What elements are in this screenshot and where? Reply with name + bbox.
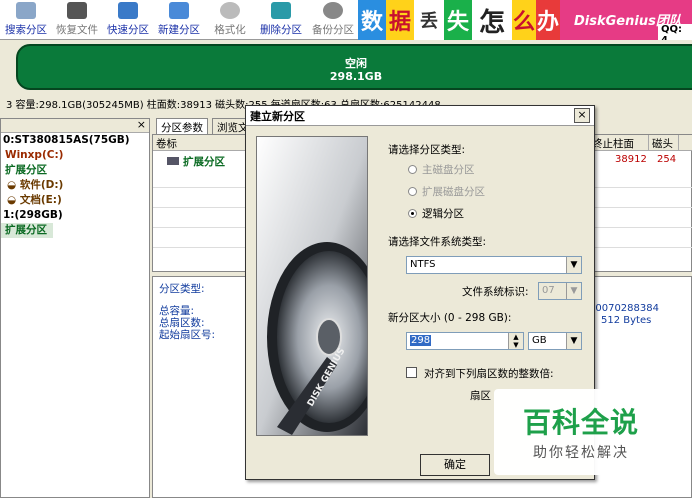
free-space-bar[interactable]: 空闲 298.1GB [16, 44, 692, 90]
format-icon [220, 2, 240, 19]
tree-item-disk1[interactable]: 1:(298GB) [1, 208, 149, 223]
col-head[interactable]: 磁头 [649, 135, 679, 151]
chevron-down-icon: ▼ [566, 257, 581, 273]
tree-item-label: Winxp(C:) [5, 149, 64, 161]
fs-id-value: 07 [542, 285, 555, 296]
dialog-title: 建立新分区 [246, 106, 594, 126]
tree-item-label: 1:(298GB) [3, 209, 63, 221]
radio-extended[interactable] [408, 187, 417, 196]
fs-id-label: 文件系统标识: [462, 286, 529, 298]
fs-id-select[interactable]: 07 ▼ [538, 282, 582, 300]
fs-type-prompt: 请选择文件系统类型: [388, 236, 487, 248]
quick-partition-icon [118, 2, 138, 19]
tab-partition-params[interactable]: 分区参数 [156, 118, 208, 134]
watermark-logo: 百科全说 助你轻松解决 [494, 389, 668, 475]
radio-primary[interactable] [408, 165, 417, 174]
tree-item-winxp[interactable]: Winxp(C:) [1, 148, 149, 163]
toolbar-label: 删除分区 [260, 24, 302, 36]
tree-item-extended-selected[interactable]: 扩展分区 [1, 223, 53, 238]
col-more[interactable] [679, 135, 692, 151]
tree-header: × [1, 118, 149, 133]
new-partition-icon [169, 2, 189, 19]
banner-tile: 么 [512, 0, 536, 40]
row-name: 扩展分区 [183, 156, 225, 168]
watermark-title: 百科全说 [522, 406, 639, 439]
banner-tile: 办 [536, 0, 560, 40]
close-icon[interactable]: × [137, 118, 146, 131]
watermark-subtitle: 助你轻松解决 [533, 445, 629, 461]
toolbar-label: 搜索分区 [5, 24, 47, 36]
size-input[interactable]: 298 ▲ ▼ [406, 332, 524, 350]
search-partition-button[interactable]: 搜索分区 [2, 0, 50, 40]
free-space-label: 空闲 [345, 57, 367, 70]
banner-tile: 丢 [414, 0, 444, 40]
disk-tree: × 0:ST380815AS(75GB) Winxp(C:) 扩展分区 ◒ 软件… [0, 118, 150, 498]
quick-partition-button[interactable]: 快速分区 [104, 0, 152, 40]
row-end-cylinder: 38912 [615, 154, 647, 165]
partition-type-label: 分区类型: [159, 283, 205, 295]
restore-file-icon [67, 2, 87, 19]
drive-icon: ◒ [7, 194, 20, 206]
fs-type-value: NTFS [410, 259, 436, 270]
row-head: 254 [657, 154, 677, 165]
partition-type-prompt: 请选择分区类型: [388, 144, 466, 156]
align-checkbox[interactable] [406, 367, 417, 378]
search-partition-icon [16, 2, 36, 19]
disk-map: 空闲 298.1GB [0, 40, 692, 96]
radio-extended-label: 扩展磁盘分区 [422, 186, 485, 198]
table-row[interactable]: 扩展分区 [167, 154, 225, 169]
detail-value: 512 Bytes [601, 315, 652, 326]
toolbar-label: 快速分区 [107, 24, 149, 36]
delete-partition-icon [271, 2, 291, 19]
radio-logical[interactable] [408, 209, 417, 218]
tree-item-label: 扩展分区 [5, 224, 47, 236]
tree-item-label: 文档(E:) [19, 194, 62, 206]
fs-type-select[interactable]: NTFS ▼ [406, 256, 582, 274]
banner-tile: 失 [444, 0, 472, 40]
drive-icon: ◒ [7, 179, 20, 191]
size-value: 298 [410, 335, 432, 346]
start-sector-label: 起始扇区号: [159, 329, 216, 341]
toolbar-label: 恢复文件 [56, 24, 98, 36]
spinner-icon[interactable]: ▲ ▼ [508, 333, 523, 349]
partition-icon [167, 157, 179, 165]
col-end-cylinder[interactable]: 终止柱面 [589, 135, 649, 151]
hard-disk-icon: DISK GENIUS [257, 137, 367, 435]
chevron-down-icon: ▼ [566, 283, 581, 299]
chevron-down-icon: ▼ [566, 333, 581, 349]
toolbar-label: 格式化 [214, 24, 246, 36]
unit-select[interactable]: GB ▼ [528, 332, 582, 350]
sector-label: 扇区 [470, 390, 491, 402]
format-button[interactable]: 格式化 [206, 0, 254, 40]
tree-item-disk0[interactable]: 0:ST380815AS(75GB) [1, 133, 149, 148]
backup-partition-button[interactable]: 备份分区 [308, 0, 358, 40]
radio-logical-label: 逻辑分区 [422, 208, 464, 220]
free-space-size: 298.1GB [329, 70, 383, 83]
backup-partition-icon [323, 2, 343, 19]
tree-item-docs[interactable]: ◒ 文档(E:) [1, 193, 149, 208]
tree-item-label: 软件(D:) [19, 179, 64, 191]
tree-item-extended[interactable]: 扩展分区 [1, 163, 149, 178]
toolbar-label: 新建分区 [158, 24, 200, 36]
new-partition-button[interactable]: 新建分区 [154, 0, 204, 40]
radio-primary-label: 主磁盘分区 [422, 164, 475, 176]
size-label: 新分区大小 (0 - 298 GB): [388, 312, 512, 324]
dialog-close-button[interactable]: × [574, 108, 590, 123]
ok-button[interactable]: 确定 [420, 454, 490, 476]
disk-genius-illustration: DISK GENIUS [256, 136, 368, 436]
unit-value: GB [532, 335, 547, 346]
tree-item-software[interactable]: ◒ 软件(D:) [1, 178, 149, 193]
delete-partition-button[interactable]: 删除分区 [256, 0, 306, 40]
tree-item-label: 0:ST380815AS(75GB) [3, 134, 130, 146]
banner-tile: 怎 [472, 0, 512, 40]
banner-tile: 数 [358, 0, 386, 40]
toolbar-label: 备份分区 [312, 24, 354, 36]
align-label: 对齐到下列扇区数的整数倍: [424, 368, 554, 380]
tree-item-label: 扩展分区 [5, 164, 47, 176]
banner-tile: 据 [386, 0, 414, 40]
detail-value: 20070288384 [589, 303, 659, 314]
restore-file-button[interactable]: 恢复文件 [52, 0, 102, 40]
